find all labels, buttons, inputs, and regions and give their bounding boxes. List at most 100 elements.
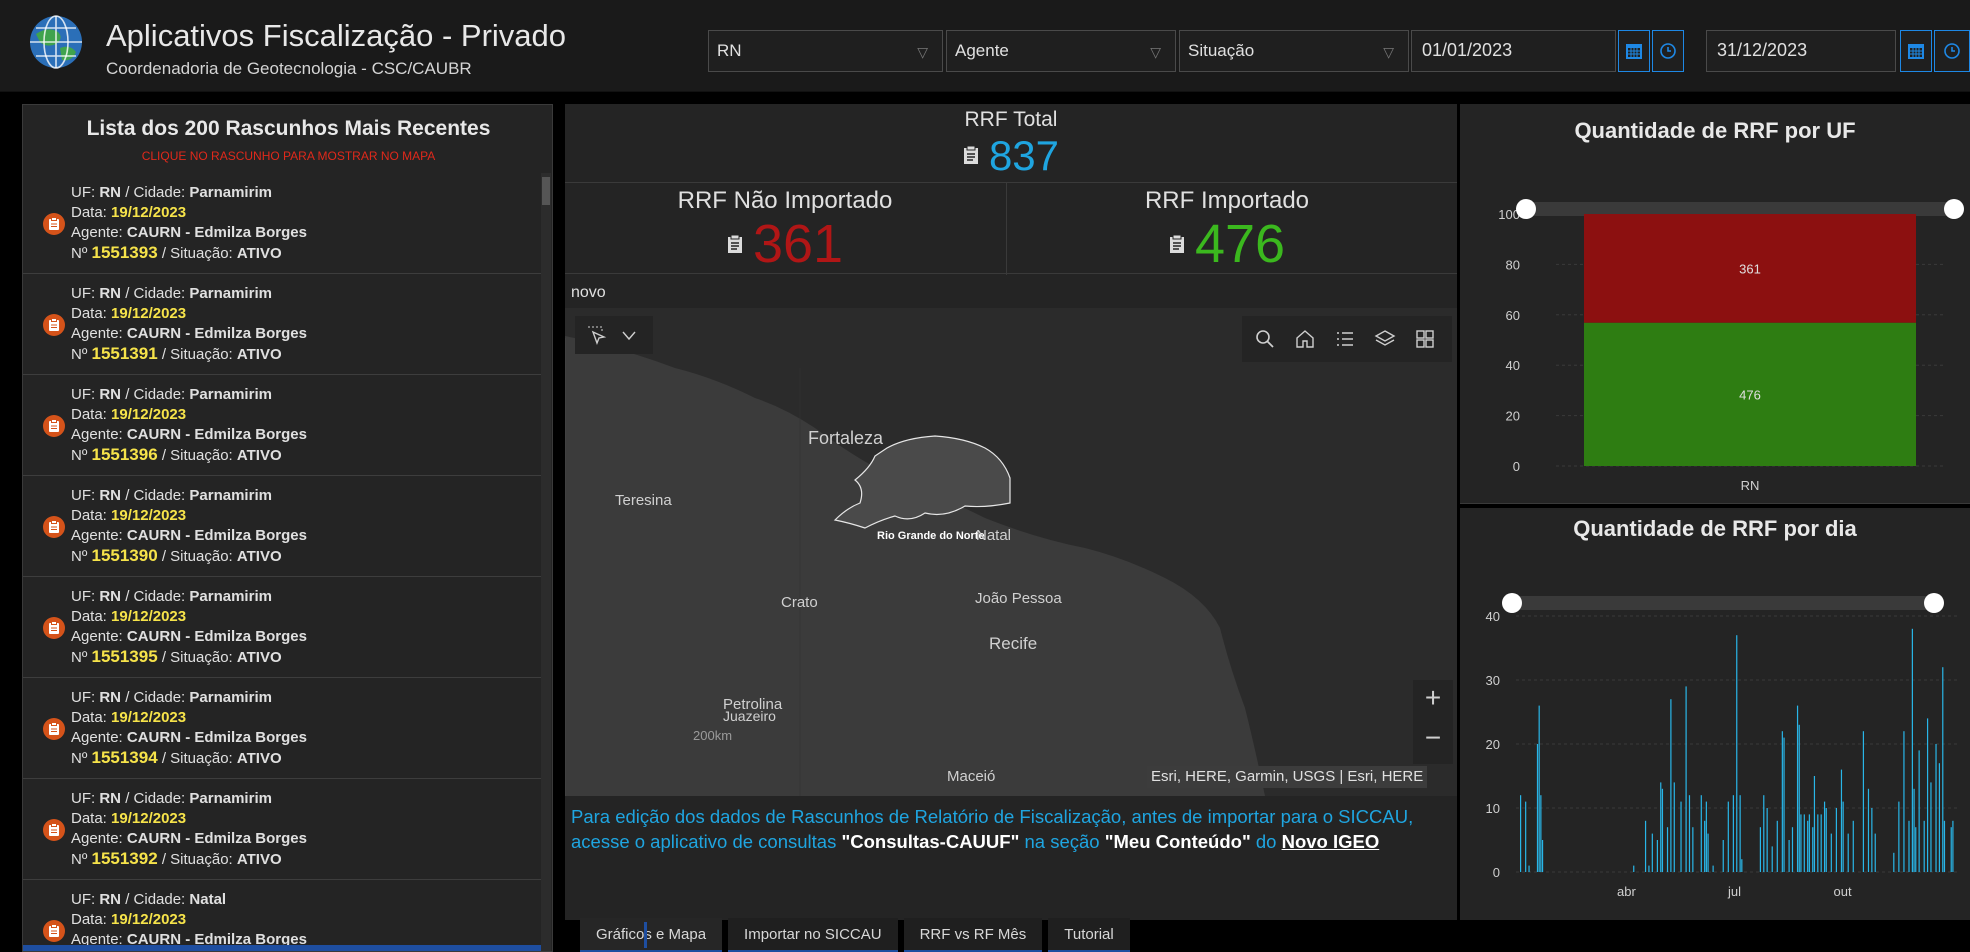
list-item[interactable]: UF: RN / Cidade: Parnamirim Data: 19/12/… xyxy=(23,476,541,577)
map-label-crato: Crato xyxy=(781,594,818,611)
day-bar xyxy=(1781,731,1783,872)
numero-label: Nº xyxy=(71,548,88,565)
day-bar xyxy=(1783,737,1785,872)
bar-data-label: 476 xyxy=(1739,387,1761,402)
list-item[interactable]: UF: RN / Cidade: Parnamirim Data: 19/12/… xyxy=(23,577,541,678)
list-item[interactable]: UF: RN / Cidade: Parnamirim Data: 19/12/… xyxy=(23,779,541,880)
meu-conteudo-link: "Meu Conteúdo" xyxy=(1104,831,1251,852)
clipboard-icon xyxy=(1169,234,1184,253)
scrollbar-thumb[interactable] xyxy=(542,177,550,205)
clipboard-icon xyxy=(43,415,65,437)
cidade-value: Parnamirim xyxy=(189,285,272,302)
day-bar xyxy=(1741,859,1743,872)
start-date-input[interactable]: 01/01/2023 xyxy=(1411,30,1616,72)
day-bar xyxy=(1700,795,1702,872)
numero-label: Nº xyxy=(71,851,88,868)
list-item[interactable]: UF: RN / Cidade: Parnamirim Data: 19/12/… xyxy=(23,274,541,375)
agente-label: Agente: xyxy=(71,527,123,544)
rrf-nao-importado-number: 361 xyxy=(752,214,844,274)
map-basemap xyxy=(565,308,1457,796)
list-item[interactable]: UF: RN / Cidade: Parnamirim Data: 19/12/… xyxy=(23,678,541,779)
chart-rrf-por-uf: Quantidade de RRF por UF 0 20 40 60 80 100 476… xyxy=(1460,104,1970,504)
day-bar xyxy=(1823,801,1826,872)
zoom-in-button[interactable]: + xyxy=(1413,682,1453,720)
range-slider-track xyxy=(1508,596,1942,610)
map-attribution: Esri, HERE, Garmin, USGS | Esri, HERE xyxy=(1147,766,1428,788)
start-time-button[interactable] xyxy=(1652,30,1684,72)
uf-value: RN xyxy=(99,689,122,706)
uf-value: RN xyxy=(99,588,122,605)
info-text-part2: na seção xyxy=(1019,831,1105,852)
day-bar xyxy=(1807,820,1809,872)
day-bar xyxy=(1808,814,1810,872)
tab-rrf-vs-rf-mes[interactable]: RRF vs RF Mês xyxy=(903,918,1043,952)
day-bar xyxy=(1820,814,1822,872)
day-bar xyxy=(1670,699,1672,872)
numero-value: 1551394 xyxy=(91,748,158,767)
tab-importar-siccau[interactable]: Importar no SICCAU xyxy=(728,918,898,952)
data-label: Data: xyxy=(71,406,107,423)
day-bar xyxy=(1648,865,1650,872)
list-item[interactable]: UF: RN / Cidade: Parnamirim Data: 19/12/… xyxy=(23,173,541,274)
data-label: Data: xyxy=(71,608,107,625)
cidade-label: / Cidade: xyxy=(125,184,186,201)
chevron-down-icon: ▽ xyxy=(1150,44,1161,60)
globe-logo-icon xyxy=(30,15,82,69)
tab-tutorial-label: Tutorial xyxy=(1064,926,1114,943)
tab-importar-siccau-label: Importar no SICCAU xyxy=(744,926,882,943)
day-bar xyxy=(1825,808,1827,872)
clock-icon xyxy=(1660,43,1676,59)
basemap-gallery-icon[interactable] xyxy=(1414,328,1436,350)
uf-value: RN xyxy=(99,891,122,908)
x-tick-label: RN xyxy=(1741,478,1760,493)
day-bar xyxy=(1712,865,1714,872)
day-bar xyxy=(1776,820,1778,872)
start-calendar-button[interactable] xyxy=(1618,30,1650,72)
list-item[interactable]: UF: RN / Cidade: Parnamirim Data: 19/12/… xyxy=(23,375,541,476)
layers-icon[interactable] xyxy=(1374,328,1396,350)
data-label: Data: xyxy=(71,204,107,221)
agente-select[interactable]: Agente ▽ xyxy=(946,30,1176,72)
uf-select[interactable]: RN ▽ xyxy=(708,30,943,72)
home-icon[interactable] xyxy=(1294,328,1316,350)
chart2-plot: 0 10 20 30 40 abr jul out xyxy=(1486,593,1960,899)
day-bar xyxy=(1673,782,1675,872)
y-tick-label: 80 xyxy=(1506,257,1520,272)
chevron-down-icon[interactable] xyxy=(621,329,637,341)
map-label-natal: Natal xyxy=(976,527,1012,544)
situacao-select[interactable]: Situação ▽ xyxy=(1179,30,1409,72)
end-calendar-button[interactable] xyxy=(1900,30,1932,72)
search-icon[interactable] xyxy=(1254,328,1276,350)
numero-value: 1551395 xyxy=(91,647,158,666)
list-item[interactable]: UF: RN / Cidade: Natal Data: 19/12/2023 … xyxy=(23,880,541,951)
tab-tutorial[interactable]: Tutorial xyxy=(1048,918,1130,952)
map-view[interactable]: Fortaleza Teresina Rio Grande do Norte N… xyxy=(565,308,1457,796)
tab-graficos-mapa[interactable]: Gráficos e Mapa xyxy=(580,918,723,952)
draft-list-panel: Lista dos 200 Rascunhos Mais Recentes CL… xyxy=(22,104,553,952)
end-time-button[interactable] xyxy=(1934,30,1970,72)
item-date: Data: 19/12/2023 xyxy=(71,708,541,728)
numero-value: 1551396 xyxy=(91,445,158,464)
list-scrollbar[interactable] xyxy=(541,173,551,951)
day-bar xyxy=(1898,801,1900,872)
rrf-total-value: 837 xyxy=(565,132,1457,180)
item-location: UF: RN / Cidade: Parnamirim xyxy=(71,587,541,607)
uf-label: UF: xyxy=(71,285,96,302)
item-location: UF: RN / Cidade: Parnamirim xyxy=(71,486,541,506)
uf-label: UF: xyxy=(71,386,96,403)
chevron-down-icon: ▽ xyxy=(917,44,928,60)
data-value: 19/12/2023 xyxy=(111,709,187,726)
zoom-out-button[interactable]: − xyxy=(1413,722,1453,760)
agente-label: Agente: xyxy=(71,426,123,443)
data-label: Data: xyxy=(71,305,107,322)
selection-tool[interactable] xyxy=(575,316,653,354)
uf-label: UF: xyxy=(71,689,96,706)
novo-igeo-link[interactable]: Novo IGEO xyxy=(1282,831,1380,852)
x-tick-label: abr xyxy=(1617,884,1636,899)
day-bar xyxy=(1707,833,1709,872)
legend-list-icon[interactable] xyxy=(1334,328,1356,350)
uf-value: RN xyxy=(99,386,122,403)
end-date-input[interactable]: 31/12/2023 xyxy=(1706,30,1896,72)
clipboard-icon xyxy=(727,234,742,253)
uf-label: UF: xyxy=(71,487,96,504)
